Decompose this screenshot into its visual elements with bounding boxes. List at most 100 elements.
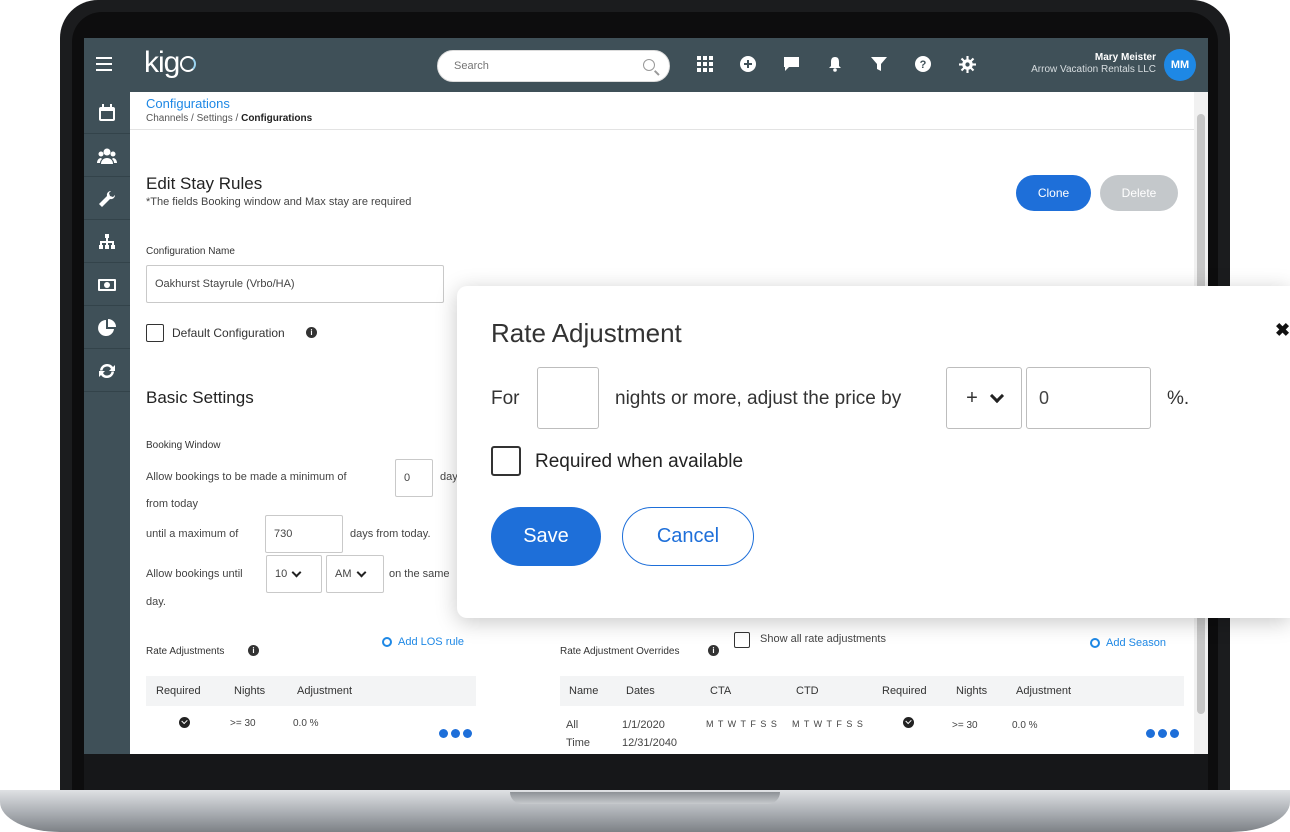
sidebar-item-sync[interactable] [84, 350, 130, 392]
ampm-select[interactable]: AM [326, 555, 384, 593]
cta-cell: M T W T F S S [706, 719, 778, 729]
chat-icon[interactable] [782, 56, 800, 74]
help-icon[interactable]: ? [914, 56, 932, 74]
percent-input[interactable] [1026, 367, 1151, 429]
sidebar-item-users[interactable] [84, 135, 130, 177]
column-header: Adjustment [297, 685, 353, 697]
rate-adjustments-header: Required Nights Adjustment [146, 676, 476, 706]
cancel-button[interactable]: Cancel [622, 507, 754, 566]
info-icon[interactable]: i [708, 645, 719, 656]
sidebar-item-finance[interactable] [84, 264, 130, 306]
max-days-input[interactable] [265, 515, 343, 553]
column-header: Required [156, 685, 201, 697]
user-name: Mary Meister [1094, 52, 1156, 63]
logo-text: kig [144, 46, 180, 79]
page-heading: Edit Stay Rules [146, 174, 263, 193]
rate-adjustments-label: Rate Adjustments [146, 646, 225, 657]
info-icon[interactable]: i [306, 327, 317, 338]
user-info[interactable]: Mary Meister Arrow Vacation Rentals LLC [1031, 52, 1156, 75]
add-season-label: Add Season [1106, 637, 1166, 649]
search-icon[interactable] [643, 59, 655, 71]
column-header: Name [569, 685, 599, 697]
default-config-label: Default Configuration [172, 326, 285, 340]
breadcrumb-channels[interactable]: Channels [146, 113, 188, 124]
column-header: CTD [796, 685, 819, 697]
breadcrumb-settings[interactable]: Settings [197, 113, 233, 124]
overrides-label: Rate Adjustment Overrides [560, 646, 680, 657]
wrench-icon [99, 190, 116, 207]
clone-button[interactable]: Clone [1016, 175, 1091, 211]
column-header: Required [882, 685, 927, 697]
column-header: Adjustment [1016, 685, 1072, 697]
required-check-icon [903, 717, 914, 728]
calendar-icon [99, 103, 115, 121]
chevron-down-icon [291, 567, 302, 577]
delete-button[interactable]: Delete [1100, 175, 1178, 211]
show-all-checkbox[interactable] [734, 632, 750, 648]
chevron-down-icon [356, 567, 366, 577]
bell-icon[interactable] [826, 56, 844, 74]
search-input[interactable] [454, 60, 634, 72]
pie-chart-icon [98, 318, 116, 336]
sidebar-item-calendar[interactable] [84, 92, 130, 134]
required-when-available-checkbox[interactable] [491, 446, 521, 476]
row-actions-menu-icon[interactable] [1146, 729, 1179, 738]
until-suffix-text: on the same [389, 568, 450, 580]
close-icon[interactable]: ✖ [1275, 320, 1290, 341]
nights-input[interactable] [537, 367, 599, 429]
users-icon [97, 148, 117, 164]
sign-value: + [966, 386, 978, 409]
filter-icon[interactable] [870, 56, 888, 74]
for-text: For [491, 388, 520, 409]
default-config-checkbox[interactable] [146, 324, 164, 342]
sign-select[interactable]: + [946, 367, 1022, 429]
apps-grid-icon[interactable] [696, 56, 714, 74]
info-icon[interactable]: i [248, 645, 259, 656]
search-box[interactable] [437, 50, 670, 82]
nights-cell: >= 30 [952, 720, 978, 731]
min-suffix-text: day [440, 471, 458, 483]
hour-value: 10 [275, 568, 288, 580]
money-icon [98, 278, 116, 291]
breadcrumb: Channels / Settings / Configurations [146, 113, 312, 124]
end-date-cell: 12/31/2040 [622, 737, 678, 749]
laptop-mockup: kig ? [0, 0, 1290, 832]
column-header: Dates [626, 685, 655, 697]
sidebar-item-reports[interactable] [84, 307, 130, 349]
avatar[interactable]: MM [1164, 49, 1196, 81]
column-header: Nights [234, 685, 266, 697]
nights-cell: >= 30 [230, 718, 256, 729]
adjustment-cell: 0.0 % [293, 718, 319, 729]
name-cell-line1: All [566, 719, 579, 731]
save-button[interactable]: Save [491, 507, 601, 566]
percent-suffix: %. [1167, 388, 1190, 409]
add-season-link[interactable]: Add Season [1090, 637, 1166, 649]
ctd-cell: M T W T F S S [792, 719, 864, 729]
svg-text:?: ? [920, 59, 927, 71]
top-bar: kig ? [84, 38, 1208, 92]
show-all-label: Show all rate adjustments [760, 633, 886, 645]
sidebar-item-hierarchy[interactable] [84, 221, 130, 263]
page-title-link[interactable]: Configurations [146, 96, 230, 111]
day-text: day. [146, 596, 166, 608]
add-los-rule-link[interactable]: Add LOS rule [382, 636, 464, 648]
hour-select[interactable]: 10 [266, 555, 322, 593]
hamburger-menu-icon[interactable] [96, 57, 112, 71]
row-actions-menu-icon[interactable] [439, 729, 472, 738]
ampm-value: AM [335, 568, 352, 580]
basic-settings-heading: Basic Settings [146, 388, 254, 407]
from-today-text: from today [146, 498, 198, 510]
config-name-input[interactable] [146, 265, 444, 303]
booking-window-label: Booking Window [146, 440, 221, 451]
kigo-logo[interactable]: kig [144, 46, 197, 80]
sync-icon [99, 363, 115, 378]
settings-gear-icon[interactable] [958, 56, 976, 74]
min-days-input[interactable] [395, 459, 433, 497]
rate-adjustment-modal: Rate Adjustment ✖ For nights or more, ad… [457, 286, 1290, 618]
user-organization: Arrow Vacation Rentals LLC [1031, 64, 1156, 75]
breadcrumb-separator: / [235, 113, 239, 124]
add-los-rule-label: Add LOS rule [398, 636, 465, 648]
sidebar-item-tools[interactable] [84, 178, 130, 220]
add-circle-icon[interactable] [739, 56, 757, 74]
modal-title: Rate Adjustment [491, 318, 682, 348]
